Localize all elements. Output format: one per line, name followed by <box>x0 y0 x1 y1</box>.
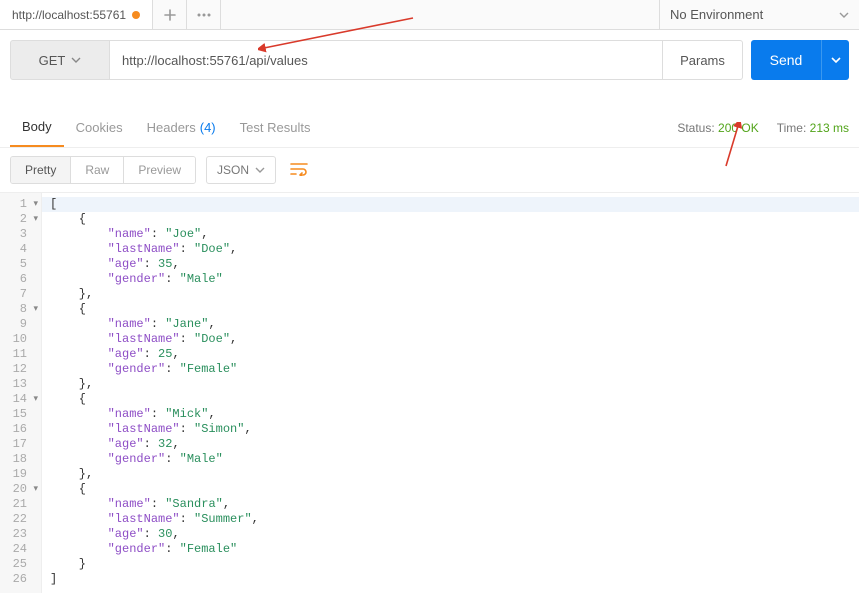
wrap-icon <box>290 162 308 176</box>
response-tabs: Body Cookies Headers (4) Test Results St… <box>0 108 859 148</box>
view-pretty[interactable]: Pretty <box>11 157 71 183</box>
tab-menu-button[interactable] <box>187 0 221 29</box>
url-input[interactable] <box>110 40 663 80</box>
tab-bar: http://localhost:55761 No Environment <box>0 0 859 30</box>
params-button[interactable]: Params <box>663 40 743 80</box>
view-mode-segment: Pretty Raw Preview <box>10 156 196 184</box>
response-meta: Status: 200 OK Time: 213 ms <box>677 121 849 135</box>
line-gutter: 1234567891011121314151617181920212223242… <box>0 193 42 593</box>
headers-count: (4) <box>200 120 216 135</box>
status-value: 200 OK <box>718 121 759 135</box>
time-label: Time: <box>777 121 807 135</box>
method-selector[interactable]: GET <box>10 40 110 80</box>
chevron-down-icon <box>255 167 265 173</box>
tab-body[interactable]: Body <box>10 108 64 147</box>
status-label: Status: <box>677 121 714 135</box>
response-body[interactable]: 1234567891011121314151617181920212223242… <box>0 193 859 593</box>
environment-label: No Environment <box>670 7 763 22</box>
params-label: Params <box>680 53 725 68</box>
chevron-down-icon <box>831 57 841 63</box>
format-selector[interactable]: JSON <box>206 156 276 184</box>
view-raw[interactable]: Raw <box>71 157 124 183</box>
status-display: Status: 200 OK <box>677 121 758 135</box>
tab-cookies-label: Cookies <box>76 120 123 135</box>
format-label: JSON <box>217 163 249 177</box>
environment-selector[interactable]: No Environment <box>659 0 859 29</box>
unsaved-indicator-icon <box>132 11 140 19</box>
code-content: [ { "name": "Joe", "lastName": "Doe", "a… <box>42 193 859 593</box>
time-display: Time: 213 ms <box>777 121 849 135</box>
tab-tests-label: Test Results <box>240 120 311 135</box>
method-label: GET <box>39 53 66 68</box>
send-dropdown[interactable] <box>821 40 849 80</box>
new-tab-button[interactable] <box>153 0 187 29</box>
tab-title: http://localhost:55761 <box>12 8 126 22</box>
request-tab[interactable]: http://localhost:55761 <box>0 0 153 29</box>
tab-cookies[interactable]: Cookies <box>64 108 135 147</box>
view-preview[interactable]: Preview <box>124 157 195 183</box>
tab-tests[interactable]: Test Results <box>228 108 323 147</box>
tab-headers[interactable]: Headers (4) <box>135 108 228 147</box>
tab-body-label: Body <box>22 119 52 134</box>
wrap-lines-button[interactable] <box>286 158 312 183</box>
send-button[interactable]: Send <box>751 40 821 80</box>
chevron-down-icon <box>839 12 849 18</box>
view-toolbar: Pretty Raw Preview JSON <box>0 148 859 193</box>
request-bar: GET Params Send <box>0 30 859 80</box>
time-value: 213 ms <box>810 121 849 135</box>
tab-headers-label: Headers <box>147 120 196 135</box>
chevron-down-icon <box>71 57 81 63</box>
